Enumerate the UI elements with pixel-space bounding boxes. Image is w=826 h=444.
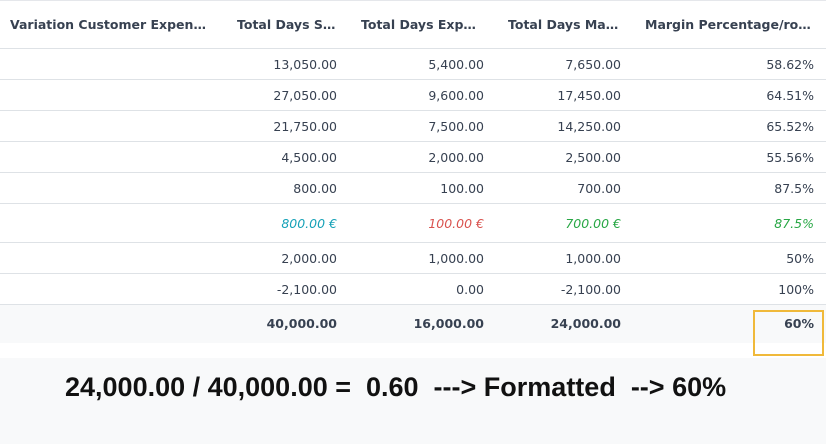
calculation-annotation: 24,000.00 / 40,000.00 = 0.60 ---> Format… (65, 372, 727, 402)
column-header-variation-customer-expense[interactable]: Variation Customer Expense ... (0, 0, 225, 49)
cell-days-expense: 0.00 (456, 281, 484, 297)
cell-days-margin: 1,000.00 (565, 250, 621, 266)
cell-days-margin: 17,450.00 (557, 87, 621, 103)
table-row[interactable]: 27,050.00 9,600.00 17,450.00 64.51% (0, 80, 826, 111)
table-row-highlighted[interactable]: 800.00 € 100.00 € 700.00 € 87.5% (0, 204, 826, 243)
total-days-expense: 16,000.00 (413, 316, 484, 332)
cell-days-sold: 800.00 (293, 180, 337, 196)
cell-margin-percentage: 100% (778, 281, 814, 297)
report-table: Variation Customer Expense ... Total Day… (0, 0, 826, 343)
cell-days-expense: 9,600.00 (428, 87, 484, 103)
cell-variation (0, 142, 225, 173)
cell-days-margin: 14,250.00 (557, 118, 621, 134)
cell-margin-percentage: 55.56% (766, 149, 814, 165)
column-header-total-days-sold[interactable]: Total Days S... (225, 0, 349, 49)
cell-margin-percentage: 87.5% (774, 180, 814, 196)
cell-margin-percentage: 50% (786, 250, 814, 266)
table-row[interactable]: -2,100.00 0.00 -2,100.00 100% (0, 274, 826, 305)
cell-days-sold: 27,050.00 (273, 87, 337, 103)
total-margin-percentage-cell: 60% (633, 305, 826, 343)
cell-days-margin: 7,650.00 (565, 56, 621, 72)
cell-variation (0, 274, 225, 305)
total-variation (0, 305, 225, 343)
cell-days-sold: 2,000.00 (281, 250, 337, 266)
cell-variation (0, 173, 225, 204)
cell-days-margin: -2,100.00 (560, 281, 621, 297)
cell-margin-percentage: 64.51% (766, 87, 814, 103)
cell-days-margin: 700.00 (577, 180, 621, 196)
table-header-row: Variation Customer Expense ... Total Day… (0, 0, 826, 49)
page: Variation Customer Expense ... Total Day… (0, 0, 826, 444)
table-row[interactable]: 21,750.00 7,500.00 14,250.00 65.52% (0, 111, 826, 142)
cell-margin-percentage: 65.52% (766, 118, 814, 134)
cell-days-sold: -2,100.00 (276, 281, 337, 297)
cell-days-margin: 2,500.00 (565, 149, 621, 165)
cell-days-expense: 100.00 € (428, 215, 484, 231)
column-header-margin-percentage[interactable]: Margin Percentage/role... (633, 0, 826, 49)
cell-days-expense: 2,000.00 (428, 149, 484, 165)
cell-variation (0, 49, 225, 80)
table-row[interactable]: 800.00 100.00 700.00 87.5% (0, 173, 826, 204)
cell-variation (0, 111, 225, 142)
cell-days-margin: 700.00 € (565, 215, 621, 231)
table-row[interactable]: 2,000.00 1,000.00 1,000.00 50% (0, 243, 826, 274)
cell-days-expense: 5,400.00 (428, 56, 484, 72)
cell-days-sold: 4,500.00 (281, 149, 337, 165)
column-header-total-days-expense[interactable]: Total Days Expen... (349, 0, 496, 49)
cell-days-sold: 13,050.00 (273, 56, 337, 72)
total-days-margin: 24,000.00 (550, 316, 621, 332)
total-margin-percentage: 60% (784, 316, 814, 332)
total-days-sold: 40,000.00 (266, 316, 337, 332)
cell-days-sold: 800.00 € (281, 215, 337, 231)
totals-row: 40,000.00 16,000.00 24,000.00 60% (0, 304, 826, 343)
cell-days-expense: 7,500.00 (428, 118, 484, 134)
cell-variation (0, 243, 225, 274)
table-row[interactable]: 13,050.00 5,400.00 7,650.00 58.62% (0, 49, 826, 80)
cell-days-sold: 21,750.00 (273, 118, 337, 134)
cell-days-expense: 100.00 (440, 180, 484, 196)
table-row[interactable]: 4,500.00 2,000.00 2,500.00 55.56% (0, 142, 826, 173)
cell-margin-percentage: 58.62% (766, 56, 814, 72)
cell-variation (0, 204, 225, 243)
cell-margin-percentage: 87.5% (774, 215, 814, 231)
column-header-total-days-margin[interactable]: Total Days Mar... (496, 0, 633, 49)
cell-days-expense: 1,000.00 (428, 250, 484, 266)
cell-variation (0, 80, 225, 111)
